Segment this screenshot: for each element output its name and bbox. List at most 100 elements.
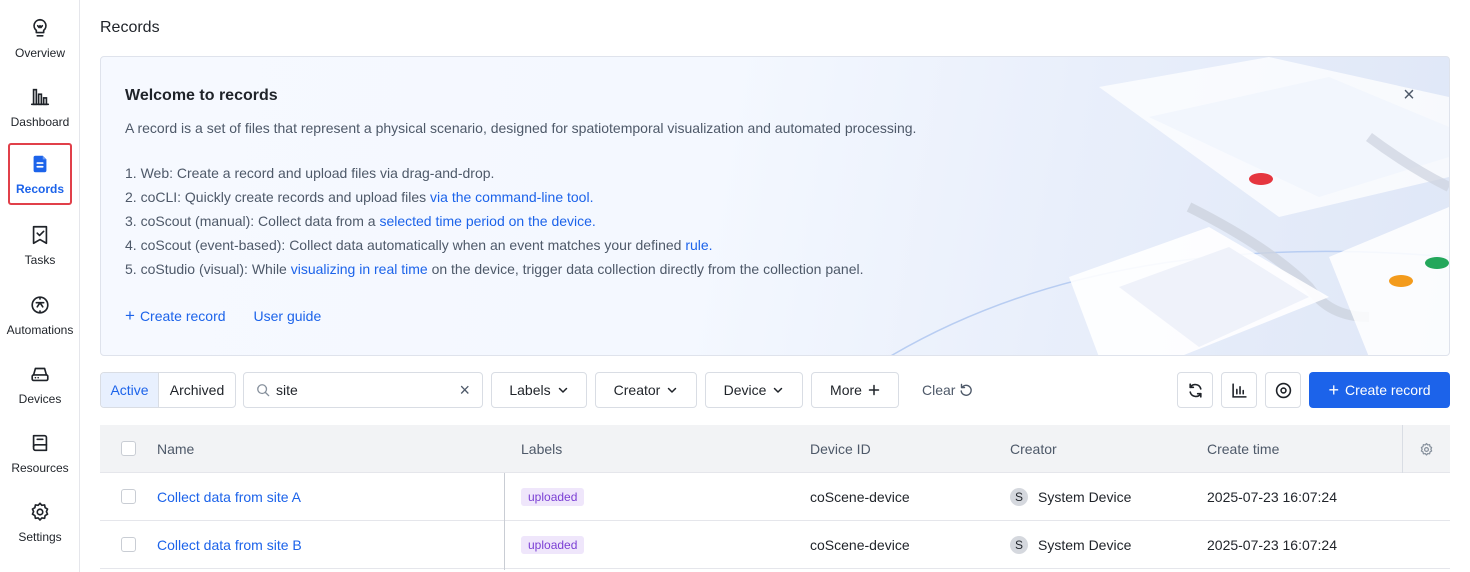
row-checkbox[interactable]: [121, 537, 136, 552]
refresh-button[interactable]: [1177, 372, 1213, 408]
creator-cell: S System Device: [1010, 521, 1131, 568]
banner-step: 5. coStudio (visual): While visualizing …: [125, 261, 864, 277]
plus-icon: +: [1328, 380, 1339, 400]
column-header-create-time[interactable]: Create time: [1207, 425, 1279, 472]
banner-step: 4. coScout (event-based): Collect data a…: [125, 237, 713, 253]
search-box: ×: [243, 372, 483, 408]
clear-search-icon[interactable]: ×: [459, 380, 470, 401]
record-name-link[interactable]: Collect data from site A: [157, 489, 301, 505]
label-tag: uploaded: [521, 535, 585, 554]
chevron-down-icon: [774, 387, 783, 393]
tab-archived[interactable]: Archived: [159, 373, 235, 407]
column-resize-handle[interactable]: [504, 473, 505, 570]
sidebar-item-devices[interactable]: Devices: [8, 353, 72, 415]
sidebar-item-automations[interactable]: Automations: [6, 284, 74, 346]
select-all-cell: [121, 425, 136, 472]
records-icon: [33, 155, 47, 172]
plus-icon: [868, 384, 880, 396]
sidebar-item-tasks[interactable]: Tasks: [8, 214, 72, 276]
sidebar-item-label: Devices: [18, 391, 62, 406]
creator-filter[interactable]: Creator: [595, 372, 697, 408]
view-button[interactable]: [1265, 372, 1301, 408]
chevron-down-icon: [558, 387, 567, 393]
lightbulb-icon: [33, 18, 47, 37]
labels-filter[interactable]: Labels: [491, 372, 587, 408]
cli-link[interactable]: via the command-line tool.: [430, 189, 593, 205]
sidebar-item-overview[interactable]: Overview: [8, 7, 72, 69]
banner-step: 1. Web: Create a record and upload files…: [125, 165, 495, 181]
device-icon: [31, 367, 49, 381]
select-all-checkbox[interactable]: [121, 441, 136, 456]
create-time-cell: 2025-07-23 16:07:24: [1207, 488, 1337, 505]
row-select-cell: [121, 473, 136, 520]
banner-step: 2. coCLI: Quickly create records and upl…: [125, 189, 594, 205]
create-record-button[interactable]: + Create record: [1309, 372, 1450, 408]
search-icon: [257, 384, 270, 397]
main-content: Records Welcome to records A record is a…: [100, 0, 1450, 572]
label-tag: uploaded: [521, 487, 585, 506]
tab-active[interactable]: Active: [101, 373, 159, 407]
gear-icon: [1420, 442, 1433, 456]
welcome-banner: Welcome to records A record is a set of …: [100, 56, 1450, 356]
banner-actions: + Create record User guide: [125, 306, 322, 325]
table-row[interactable]: Collect data from site A uploaded coScen…: [100, 473, 1450, 521]
sidebar-item-label: Dashboard: [10, 114, 70, 129]
sidebar-item-settings[interactable]: Settings: [8, 491, 72, 553]
banner-create-record-link[interactable]: + Create record: [125, 306, 226, 325]
avatar: S: [1010, 535, 1028, 554]
banner-illustration: [890, 57, 1449, 355]
plus-icon: +: [125, 306, 135, 325]
sidebar: Overview Dashboard Records Tasks Automat…: [0, 0, 80, 572]
refresh-icon: [1188, 382, 1202, 398]
app-root: Overview Dashboard Records Tasks Automat…: [0, 0, 1470, 572]
sidebar-item-label: Overview: [14, 45, 65, 60]
column-header-creator[interactable]: Creator: [1010, 425, 1057, 472]
bar-chart-icon: [1231, 382, 1247, 398]
record-name-link[interactable]: Collect data from site B: [157, 537, 302, 553]
tasks-icon: [32, 225, 48, 244]
table-row[interactable]: Collect data from site B uploaded coScen…: [100, 521, 1450, 569]
banner-step: 3. coScout (manual): Collect data from a…: [125, 213, 596, 229]
user-guide-link[interactable]: User guide: [254, 308, 322, 324]
visualize-link[interactable]: visualizing in real time: [291, 261, 428, 277]
sidebar-item-records[interactable]: Records: [8, 143, 72, 205]
sidebar-item-label: Settings: [18, 529, 62, 544]
bar-chart-icon: [30, 88, 50, 105]
filter-toolbar: Active Archived × Labels Creator Device: [100, 372, 1450, 408]
sidebar-item-dashboard[interactable]: Dashboard: [8, 76, 72, 138]
gear-icon: [31, 501, 49, 521]
creator-cell: S System Device: [1010, 473, 1131, 520]
device-time-link[interactable]: selected time period on the device.: [379, 213, 595, 229]
device-id-cell: coScene-device: [810, 488, 910, 505]
sidebar-item-label: Records: [15, 181, 65, 196]
eye-icon: [1275, 382, 1291, 398]
more-filters-button[interactable]: More: [811, 372, 899, 408]
device-filter[interactable]: Device: [705, 372, 803, 408]
row-checkbox[interactable]: [121, 489, 136, 504]
banner-description: A record is a set of files that represen…: [125, 120, 917, 136]
search-input[interactable]: [276, 382, 460, 398]
statistics-button[interactable]: [1221, 372, 1257, 408]
status-segmented-control: Active Archived: [100, 372, 236, 408]
chevron-down-icon: [668, 387, 677, 393]
automations-icon: [31, 295, 49, 314]
book-icon: [32, 434, 48, 451]
sidebar-item-label: Tasks: [24, 252, 56, 267]
close-icon[interactable]: ×: [1399, 84, 1419, 106]
sidebar-item-resources[interactable]: Resources: [8, 422, 72, 484]
sidebar-item-label: Automations: [6, 322, 74, 337]
device-id-cell: coScene-device: [810, 536, 910, 553]
clear-filters-button[interactable]: Clear: [922, 372, 973, 408]
row-select-cell: [121, 521, 136, 568]
rule-link[interactable]: rule.: [685, 237, 712, 253]
column-header-name[interactable]: Name: [157, 425, 194, 472]
page-title: Records: [100, 19, 160, 36]
column-settings-button[interactable]: [1402, 425, 1450, 473]
create-time-cell: 2025-07-23 16:07:24: [1207, 536, 1337, 553]
reset-icon: [960, 383, 973, 396]
column-header-device-id[interactable]: Device ID: [810, 425, 871, 472]
column-header-labels[interactable]: Labels: [521, 425, 562, 472]
records-table: Name Labels Device ID Creator Create tim…: [100, 425, 1450, 570]
avatar: S: [1010, 487, 1028, 506]
table-header: Name Labels Device ID Creator Create tim…: [100, 425, 1450, 473]
